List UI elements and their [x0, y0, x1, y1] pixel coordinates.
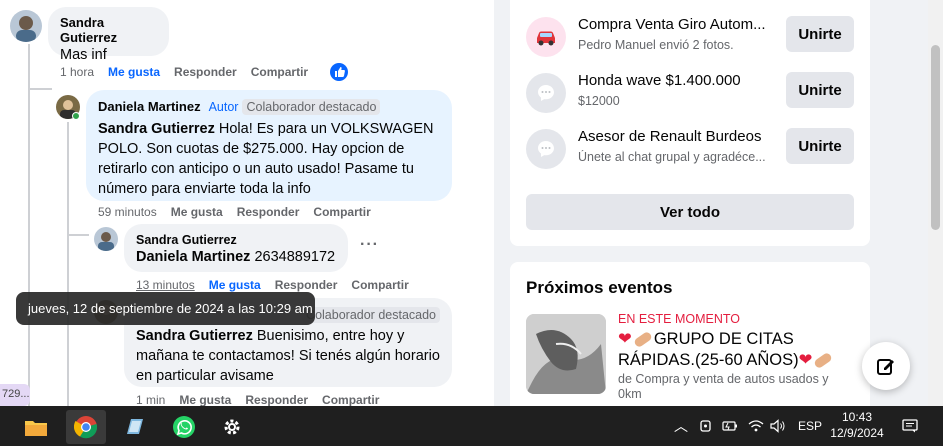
mention-link[interactable]: Daniela Martinez	[136, 249, 250, 265]
comment-author[interactable]: Sandra Gutierrez	[60, 15, 157, 45]
language-indicator[interactable]: ESP	[798, 406, 822, 446]
join-button[interactable]: Unirte	[786, 128, 854, 164]
group-row[interactable]: Asesor de Renault Burdeos Únete al chat …	[526, 126, 854, 172]
tray-expand-icon[interactable]: ︿	[674, 406, 688, 446]
group-row[interactable]: Honda wave $1.400.000 $12000 Unirte	[526, 70, 854, 116]
thread-line	[67, 122, 69, 406]
right-sidebar: Compra Venta Giro Autom... Pedro Manuel …	[494, 0, 928, 422]
thread-connector	[30, 88, 52, 90]
notepad-icon[interactable]	[114, 410, 154, 444]
comment-author[interactable]: Sandra Gutierrez	[136, 233, 336, 247]
timestamp-tooltip: jueves, 12 de septiembre de 2024 a las 1…	[16, 292, 315, 325]
new-message-button[interactable]	[862, 342, 910, 390]
comments-pane: Sandra Gutierrez Mas inf 1 hora Me gusta R…	[0, 0, 494, 406]
comment-body: 2634889172	[250, 249, 336, 265]
event-image[interactable]	[526, 314, 606, 394]
comment-actions: 13 minutos Me gusta Responder Compartir	[136, 278, 423, 292]
comment-time[interactable]: 59 minutos	[98, 205, 157, 219]
thread-line	[28, 44, 30, 406]
events-card: Próximos eventos EN ESTE MOMENTO ❤ GRUPO …	[510, 262, 870, 422]
group-subtitle: $12000	[578, 94, 620, 108]
scrollbar[interactable]	[928, 0, 943, 406]
clock-date: 12/9/2024	[830, 426, 884, 440]
bandage-icon	[813, 351, 834, 370]
like-button[interactable]: Me gusta	[209, 278, 261, 292]
file-explorer-icon[interactable]	[16, 410, 56, 444]
share-button[interactable]: Compartir	[322, 393, 379, 406]
comment-author[interactable]: Daniela Martinez	[98, 99, 201, 114]
group-subtitle: Pedro Manuel envió 2 fotos.	[578, 38, 734, 52]
more-options-icon[interactable]: ···	[360, 236, 379, 254]
comment-actions: 1 hora Me gusta Responder Compartir	[60, 65, 322, 79]
reply-button[interactable]: Responder	[245, 393, 308, 406]
group-title[interactable]: Compra Venta Giro Autom...	[578, 16, 778, 33]
like-button[interactable]: Me gusta	[179, 393, 231, 406]
author-badge: Autor	[208, 100, 239, 114]
event-name[interactable]: ❤ GRUPO DE CITAS RÁPIDAS.(25-60 AÑOS)❤	[618, 329, 848, 371]
see-all-button[interactable]: Ver todo	[526, 194, 854, 230]
suggested-groups-card: Compra Venta Giro Autom... Pedro Manuel …	[510, 0, 870, 246]
avatar[interactable]	[10, 10, 42, 42]
comment-time[interactable]: 13 minutos	[136, 278, 195, 292]
reply-button[interactable]: Responder	[174, 65, 237, 79]
comment-time[interactable]: 1 min	[136, 393, 165, 406]
heart-icon: ❤	[798, 351, 813, 369]
meet-icon[interactable]	[700, 406, 714, 446]
event-subtitle: de Compra y venta de autos usados y 0km	[618, 372, 829, 401]
top-contributor-badge: Colaborador destacado	[302, 307, 440, 323]
settings-icon[interactable]	[212, 410, 252, 444]
share-button[interactable]: Compartir	[251, 65, 308, 79]
group-subtitle: Únete al chat grupal y agradéce...	[578, 150, 766, 164]
like-reaction-icon[interactable]	[330, 63, 348, 81]
chrome-icon[interactable]	[66, 410, 106, 444]
comment-text: Daniela Martinez 2634889172	[136, 247, 336, 267]
comment-time[interactable]: 1 hora	[60, 65, 94, 79]
side-chip[interactable]: 729...	[0, 384, 30, 406]
chat-bubble-icon	[526, 129, 566, 169]
wifi-icon[interactable]	[748, 406, 764, 446]
share-button[interactable]: Compartir	[351, 278, 408, 292]
events-title: Próximos eventos	[526, 278, 673, 297]
comment-text: Sandra Gutierrez Buenisimo, entre hoy y …	[136, 326, 440, 386]
group-row[interactable]: Compra Venta Giro Autom... Pedro Manuel …	[526, 14, 854, 60]
volume-icon[interactable]	[770, 406, 786, 446]
car-icon	[526, 17, 566, 57]
event-now-label: EN ESTE MOMENTO	[618, 312, 741, 326]
scrollbar-thumb[interactable]	[931, 45, 940, 230]
comment-text: Mas inf	[60, 47, 107, 63]
group-title[interactable]: Honda wave $1.400.000	[578, 72, 778, 89]
top-contributor-badge: Colaborador destacado	[242, 99, 381, 115]
mention-link[interactable]: Sandra Gutierrez	[98, 121, 215, 137]
compose-icon	[877, 359, 894, 375]
comment-actions: 1 min Me gusta Responder Compartir	[136, 393, 393, 406]
notifications-icon[interactable]	[902, 406, 918, 446]
like-button[interactable]: Me gusta	[108, 65, 160, 79]
comment-actions: 59 minutos Me gusta Responder Compartir	[98, 205, 385, 219]
thread-connector	[69, 234, 89, 236]
whatsapp-icon[interactable]	[164, 410, 204, 444]
comment-bubble: Sandra Gutierrez Daniela Martinez 263488…	[124, 224, 348, 272]
like-button[interactable]: Me gusta	[171, 205, 223, 219]
reply-button[interactable]: Responder	[275, 278, 338, 292]
group-title[interactable]: Asesor de Renault Burdeos	[578, 128, 778, 145]
avatar[interactable]	[94, 227, 118, 251]
bandage-icon	[632, 330, 653, 349]
taskbar: ︿ ESP 10:43 12/9/2024	[0, 406, 943, 446]
reply-button[interactable]: Responder	[237, 205, 300, 219]
clock-time: 10:43	[841, 410, 873, 424]
mention-link[interactable]: Sandra Gutierrez	[136, 328, 253, 344]
comment-text: Sandra Gutierrez Hola! Es para un VOLKSW…	[98, 119, 440, 199]
comment-bubble: Sandra Gutierrez Mas inf	[48, 7, 169, 63]
comment-bubble: Daniela Martinez Autor Colaborador destaca…	[86, 90, 452, 201]
join-button[interactable]: Unirte	[786, 16, 854, 52]
battery-icon[interactable]	[722, 406, 738, 446]
heart-icon: ❤	[618, 330, 632, 348]
join-button[interactable]: Unirte	[786, 72, 854, 108]
system-clock[interactable]: 10:43 12/9/2024	[826, 409, 888, 441]
chat-bubble-icon	[526, 73, 566, 113]
online-status-dot	[72, 112, 80, 120]
share-button[interactable]: Compartir	[313, 205, 370, 219]
